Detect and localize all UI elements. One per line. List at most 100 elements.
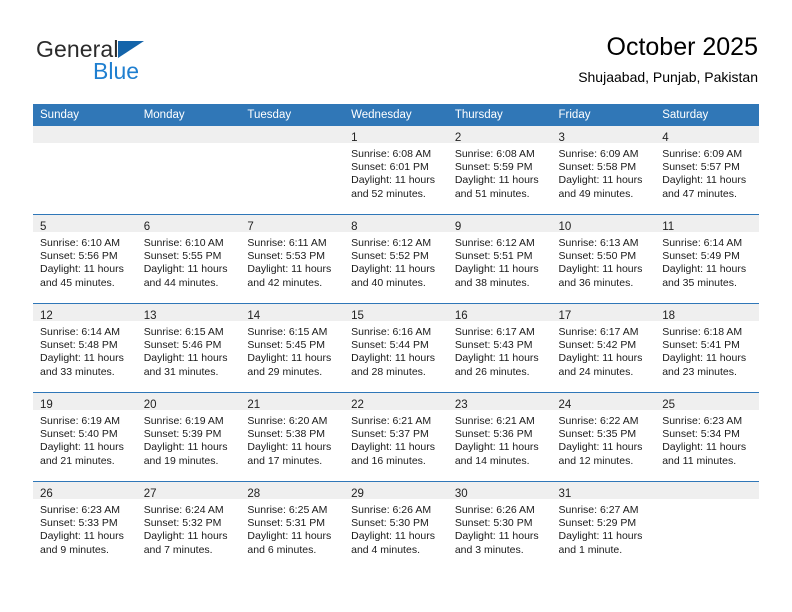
sunrise-time: Sunrise: 6:27 AM <box>558 504 639 516</box>
calendar-day-cell[interactable]: 7 Sunrise: 6:11 AM Sunset: 5:53 PM Daylight… <box>240 214 345 304</box>
daylight-duration-line1: Daylight: 11 hours <box>247 441 332 454</box>
day-number-band: 31 <box>551 482 656 500</box>
weekday-header-sunday: Sunday <box>33 104 137 126</box>
calendar-day-cell[interactable]: 21 Sunrise: 6:20 AM Sunset: 5:38 PM Dayligh… <box>240 392 345 482</box>
calendar-day-cell[interactable]: 27 Sunrise: 6:24 AM Sunset: 5:32 PM Dayligh… <box>136 481 241 570</box>
day-number: 25 <box>662 399 676 411</box>
sunset-time: Sunset: 5:32 PM <box>143 517 222 530</box>
calendar-day-cell[interactable]: 14 Sunrise: 6:15 AM Sunset: 5:45 PM Dayligh… <box>240 303 345 393</box>
daylight-duration-line1: Daylight: 11 hours <box>351 263 435 276</box>
day-number-band: 27 <box>136 482 241 500</box>
calendar-day-cell[interactable]: 15 Sunrise: 6:16 AM Sunset: 5:44 PM Dayligh… <box>344 303 448 393</box>
calendar-day-cell[interactable]: 26 Sunrise: 6:23 AM Sunset: 5:33 PM Dayligh… <box>33 481 137 570</box>
daylight-duration-line2: and 33 minutes. <box>40 365 115 378</box>
daylight-duration-line2: and 44 minutes. <box>143 276 219 289</box>
sunset-time: Sunset: 5:42 PM <box>558 339 637 352</box>
calendar-day-cell[interactable]: 12 Sunrise: 6:14 AM Sunset: 5:48 PM Dayligh… <box>33 303 137 393</box>
calendar-day-cell[interactable]: 30 Sunrise: 6:26 AM Sunset: 5:30 PM Dayligh… <box>447 481 552 570</box>
calendar-day-cell[interactable]: 11 Sunrise: 6:14 AM Sunset: 5:49 PM Dayligh… <box>655 214 759 304</box>
day-cell-content: 11 Sunrise: 6:14 AM Sunset: 5:49 PM Dayligh… <box>655 215 759 303</box>
day-number: 24 <box>558 399 572 411</box>
day-cell-content: 5 Sunrise: 6:10 AM Sunset: 5:56 PM Daylight… <box>33 215 137 303</box>
day-cell-content: 27 Sunrise: 6:24 AM Sunset: 5:32 PM Dayligh… <box>136 482 241 570</box>
calendar-day-cell[interactable]: 10 Sunrise: 6:13 AM Sunset: 5:50 PM Dayligh… <box>551 214 656 304</box>
calendar-day-cell[interactable]: 4 Sunrise: 6:09 AM Sunset: 5:57 PM Daylight… <box>655 126 759 215</box>
day-cell-content: 2 Sunrise: 6:08 AM Sunset: 5:59 PM Daylight… <box>447 126 552 214</box>
day-number-band: 24 <box>551 393 656 411</box>
calendar-day-cell[interactable]: 8 Sunrise: 6:12 AM Sunset: 5:52 PM Daylight… <box>344 214 448 304</box>
day-cell-content: 30 Sunrise: 6:26 AM Sunset: 5:30 PM Dayligh… <box>447 482 552 570</box>
day-number: 1 <box>351 132 358 144</box>
day-number-band: 20 <box>136 393 241 411</box>
day-sun-info: Sunrise: 6:14 AM Sunset: 5:48 PM Daylight:… <box>33 321 137 379</box>
day-number: 31 <box>558 488 572 500</box>
daylight-duration-line1: Daylight: 11 hours <box>247 530 332 543</box>
calendar-day-cell[interactable]: 19 Sunrise: 6:19 AM Sunset: 5:40 PM Dayligh… <box>33 392 137 482</box>
sunrise-time: Sunrise: 6:26 AM <box>454 504 535 516</box>
day-sun-info: Sunrise: 6:23 AM Sunset: 5:33 PM Daylight:… <box>33 499 137 557</box>
weekday-header-tuesday: Tuesday <box>240 104 345 126</box>
day-number: 13 <box>143 310 157 322</box>
daylight-duration-line2: and 6 minutes. <box>247 543 317 556</box>
calendar-day-cell[interactable]: 13 Sunrise: 6:15 AM Sunset: 5:46 PM Dayligh… <box>136 303 241 393</box>
calendar-day-cell[interactable]: 24 Sunrise: 6:22 AM Sunset: 5:35 PM Dayligh… <box>551 392 656 482</box>
calendar-day-cell[interactable]: 2 Sunrise: 6:08 AM Sunset: 5:59 PM Daylight… <box>447 126 552 215</box>
sunrise-time: Sunrise: 6:20 AM <box>247 415 328 427</box>
sunrise-time: Sunrise: 6:08 AM <box>351 148 432 160</box>
sunset-time: Sunset: 5:40 PM <box>40 428 118 441</box>
day-sun-info: Sunrise: 6:16 AM Sunset: 5:44 PM Daylight:… <box>344 321 448 379</box>
calendar-day-cell[interactable]: 16 Sunrise: 6:17 AM Sunset: 5:43 PM Dayligh… <box>447 303 552 393</box>
day-number: 12 <box>40 310 53 322</box>
calendar-day-cell[interactable]: 6 Sunrise: 6:10 AM Sunset: 5:55 PM Daylight… <box>136 214 241 304</box>
day-cell-content: 29 Sunrise: 6:26 AM Sunset: 5:30 PM Dayligh… <box>344 482 448 570</box>
calendar-day-cell[interactable]: 28 Sunrise: 6:25 AM Sunset: 5:31 PM Dayligh… <box>240 481 345 570</box>
day-sun-info: Sunrise: 6:13 AM Sunset: 5:50 PM Daylight:… <box>552 232 656 290</box>
sunrise-time: Sunrise: 6:21 AM <box>454 415 535 427</box>
calendar-day-cell[interactable]: 17 Sunrise: 6:17 AM Sunset: 5:42 PM Dayligh… <box>551 303 656 393</box>
calendar-day-cell[interactable]: 3 Sunrise: 6:09 AM Sunset: 5:58 PM Daylight… <box>551 126 656 215</box>
sunset-time: Sunset: 5:36 PM <box>454 428 533 441</box>
calendar-day-cell-empty <box>136 126 241 215</box>
daylight-duration-line2: and 42 minutes. <box>247 276 323 289</box>
daylight-duration-line1: Daylight: 11 hours <box>662 352 747 365</box>
calendar-day-cell[interactable]: 20 Sunrise: 6:19 AM Sunset: 5:39 PM Dayligh… <box>136 392 241 482</box>
day-number: 3 <box>558 132 565 144</box>
day-number: 28 <box>247 488 261 500</box>
daylight-duration-line1: Daylight: 11 hours <box>662 174 747 187</box>
page-title: October 2025 <box>606 33 759 61</box>
day-number-band: 9 <box>447 215 552 233</box>
calendar-day-cell[interactable]: 23 Sunrise: 6:21 AM Sunset: 5:36 PM Dayligh… <box>447 392 552 482</box>
sunset-time: Sunset: 5:33 PM <box>40 517 118 530</box>
calendar-day-cell[interactable]: 9 Sunrise: 6:12 AM Sunset: 5:51 PM Daylight… <box>447 214 552 304</box>
calendar-day-cell[interactable]: 29 Sunrise: 6:26 AM Sunset: 5:30 PM Dayligh… <box>344 481 448 570</box>
calendar-day-cell[interactable]: 5 Sunrise: 6:10 AM Sunset: 5:56 PM Daylight… <box>33 214 137 304</box>
daylight-duration-line2: and 40 minutes. <box>351 276 426 289</box>
day-number: 29 <box>351 488 364 500</box>
day-cell-content: 13 Sunrise: 6:15 AM Sunset: 5:46 PM Dayligh… <box>136 304 241 392</box>
sunrise-time: Sunrise: 6:13 AM <box>558 237 639 249</box>
daylight-duration-line2: and 28 minutes. <box>351 365 426 378</box>
calendar-day-cell[interactable]: 18 Sunrise: 6:18 AM Sunset: 5:41 PM Dayligh… <box>655 303 759 393</box>
sunset-time: Sunset: 5:41 PM <box>662 339 740 352</box>
sunset-time: Sunset: 5:46 PM <box>143 339 222 352</box>
general-blue-logo[interactable]: General Blue <box>36 36 256 88</box>
calendar-day-cell[interactable]: 1 Sunrise: 6:08 AM Sunset: 6:01 PM Daylight… <box>344 126 448 215</box>
calendar-day-cell[interactable]: 31 Sunrise: 6:27 AM Sunset: 5:29 PM Dayligh… <box>551 481 656 570</box>
day-number-band: 16 <box>447 304 552 322</box>
day-number: 8 <box>351 221 358 233</box>
sunrise-time: Sunrise: 6:12 AM <box>454 237 535 249</box>
day-sun-info: Sunrise: 6:10 AM Sunset: 5:55 PM Daylight:… <box>137 232 241 290</box>
weekday-header-wednesday: Wednesday <box>344 104 448 126</box>
day-sun-info: Sunrise: 6:22 AM Sunset: 5:35 PM Daylight:… <box>552 410 656 468</box>
daylight-duration-line2: and 17 minutes. <box>247 454 323 467</box>
daylight-duration-line1: Daylight: 11 hours <box>40 441 124 454</box>
day-number: 21 <box>247 399 261 411</box>
day-sun-info: Sunrise: 6:09 AM Sunset: 5:57 PM Daylight:… <box>655 143 759 201</box>
day-number-band <box>33 126 137 143</box>
sunrise-time: Sunrise: 6:19 AM <box>40 415 120 427</box>
calendar-day-cell[interactable]: 22 Sunrise: 6:21 AM Sunset: 5:37 PM Dayligh… <box>344 392 448 482</box>
calendar-day-cell[interactable]: 25 Sunrise: 6:23 AM Sunset: 5:34 PM Dayligh… <box>655 392 759 482</box>
day-number-band: 12 <box>33 304 137 322</box>
day-number-band: 19 <box>33 393 137 411</box>
day-number-band: 15 <box>344 304 448 322</box>
